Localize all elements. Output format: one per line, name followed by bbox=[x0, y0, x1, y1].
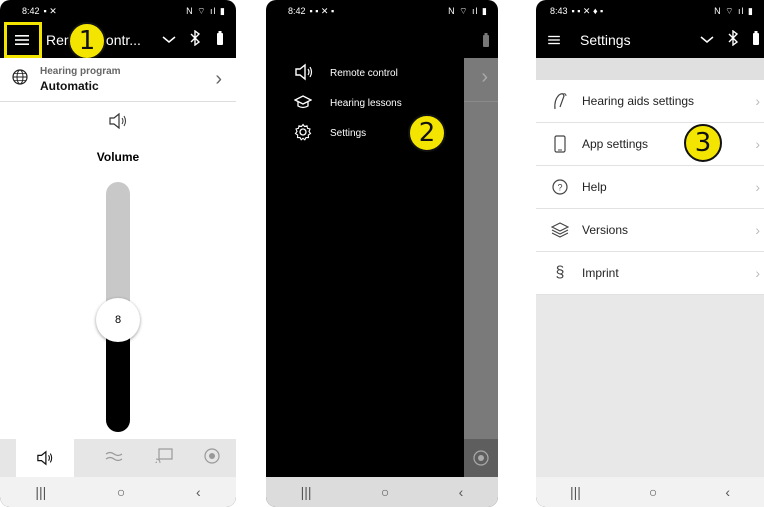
section-icon: § bbox=[555, 264, 565, 281]
phone-settings: 8:43 ▪ ▪ ✕ ♦ ▪ N ⌔ ıl ▮ Settings Hearing… bbox=[536, 0, 764, 507]
status-bar: 8:43 ▪ ▪ ✕ ♦ ▪ N ⌔ ıl ▮ bbox=[536, 0, 764, 22]
status-notification-icons: ▪ ▪ ✕ ▪ bbox=[309, 5, 335, 16]
volume-speaker-icon bbox=[0, 112, 236, 130]
settings-item-versions[interactable]: Versions › bbox=[536, 209, 764, 252]
volume-slider-knob[interactable]: 8 bbox=[96, 297, 140, 342]
speaker-tab-icon bbox=[37, 450, 52, 466]
globe-icon bbox=[12, 69, 28, 90]
status-right-icons: N ⌔ ıl ▮ bbox=[448, 5, 488, 16]
menu-item-remote-control[interactable]: Remote control bbox=[266, 58, 464, 88]
menu-item-label: Hearing lessons bbox=[330, 97, 402, 109]
recent-apps-icon[interactable]: ||| bbox=[570, 484, 581, 500]
page-title: Settings bbox=[580, 32, 631, 48]
volume-label: Volume bbox=[96, 150, 140, 164]
home-icon[interactable]: ○ bbox=[649, 484, 657, 500]
layers-icon bbox=[550, 222, 570, 238]
battery-icon bbox=[752, 30, 760, 50]
tab-noise[interactable] bbox=[105, 449, 123, 467]
chevron-down-icon[interactable] bbox=[162, 31, 176, 49]
settings-item-label: App settings bbox=[582, 137, 649, 151]
volume-value: 8 bbox=[114, 313, 122, 326]
recent-apps-icon[interactable]: ||| bbox=[35, 484, 46, 500]
chevron-right-icon: › bbox=[755, 265, 760, 281]
system-nav-bar: ||| ○ ‹ bbox=[0, 477, 236, 507]
app-bar: Settings bbox=[536, 22, 764, 58]
status-right-icons: N ⌔ ıl ▮ bbox=[186, 5, 226, 16]
highlight-box bbox=[4, 22, 42, 58]
system-nav-bar: ||| ○ ‹ bbox=[536, 477, 764, 507]
step-callout: 3 bbox=[684, 124, 722, 162]
chevron-right-icon: › bbox=[215, 68, 222, 90]
back-icon[interactable]: ‹ bbox=[459, 484, 464, 500]
menu-item-label: Remote control bbox=[330, 67, 398, 79]
settings-item-imprint[interactable]: § Imprint › bbox=[536, 252, 764, 295]
bluetooth-icon[interactable] bbox=[728, 29, 739, 51]
speaker-icon bbox=[294, 63, 316, 84]
wave-icon bbox=[105, 451, 123, 462]
phone-icon bbox=[550, 135, 570, 153]
battery-icon bbox=[464, 22, 498, 58]
status-notification-icons: ▪ ✕ bbox=[43, 5, 57, 16]
settings-item-app[interactable]: App settings › bbox=[536, 123, 764, 166]
help-icon: ? bbox=[550, 179, 570, 195]
svg-text:?: ? bbox=[557, 183, 562, 193]
cast-icon bbox=[155, 447, 173, 463]
settings-list-area: Hearing aids settings › App settings › ?… bbox=[536, 58, 764, 477]
tab-streaming[interactable] bbox=[155, 447, 173, 469]
status-bar: 8:42 ▪ ✕ N ⌔ ıl ▮ bbox=[0, 0, 236, 22]
dimmed-background[interactable]: › bbox=[464, 58, 498, 477]
settings-item-help[interactable]: ? Help › bbox=[536, 166, 764, 209]
battery-icon bbox=[216, 30, 224, 50]
hamburger-menu-icon[interactable] bbox=[540, 26, 568, 54]
record-icon bbox=[204, 447, 220, 464]
step-callout: 1 bbox=[68, 22, 106, 60]
status-bar: 8:42 ▪ ▪ ✕ ▪ N ⌔ ıl ▮ bbox=[266, 0, 498, 22]
home-icon[interactable]: ○ bbox=[117, 484, 125, 500]
hearing-aid-icon bbox=[550, 92, 570, 110]
bottom-tab-bar bbox=[0, 439, 236, 477]
settings-item-label: Imprint bbox=[582, 266, 619, 280]
settings-item-label: Hearing aids settings bbox=[582, 94, 695, 108]
tab-volume[interactable] bbox=[15, 439, 74, 477]
settings-item-label: Help bbox=[582, 180, 607, 194]
chevron-down-icon[interactable] bbox=[700, 31, 714, 49]
status-time: 8:43 bbox=[550, 6, 568, 16]
chevron-right-icon: › bbox=[755, 222, 760, 238]
menu-item-label: Settings bbox=[330, 127, 367, 139]
hearing-program-row[interactable]: Hearing program Automatic › bbox=[0, 58, 236, 102]
chevron-right-icon: › bbox=[755, 93, 760, 109]
chevron-right-icon: › bbox=[755, 179, 760, 195]
settings-item-hearing-aids[interactable]: Hearing aids settings › bbox=[536, 80, 764, 123]
step-callout: 2 bbox=[408, 114, 446, 152]
phone-navigation-drawer: 8:42 ▪ ▪ ✕ ▪ N ⌔ ıl ▮ › Remote control H… bbox=[266, 0, 498, 507]
chevron-right-icon: › bbox=[464, 58, 498, 102]
status-notification-icons: ▪ ▪ ✕ ♦ ▪ bbox=[571, 5, 604, 16]
recent-apps-icon[interactable]: ||| bbox=[301, 484, 312, 500]
settings-item-label: Versions bbox=[582, 223, 629, 237]
menu-item-hearing-lessons[interactable]: Hearing lessons bbox=[266, 88, 464, 118]
list-header-spacer bbox=[536, 58, 764, 80]
status-time: 8:42 bbox=[288, 6, 306, 16]
hearing-program-label: Hearing program bbox=[40, 66, 121, 77]
gear-icon bbox=[294, 123, 316, 144]
chevron-right-icon: › bbox=[755, 136, 760, 152]
system-nav-bar: ||| ○ ‹ bbox=[266, 477, 498, 507]
home-icon[interactable]: ○ bbox=[381, 484, 389, 500]
bluetooth-icon[interactable] bbox=[190, 29, 201, 50]
record-icon bbox=[464, 439, 498, 477]
phone-remote-control: 8:42 ▪ ✕ N ⌔ ıl ▮ Remote contr... 1 Hear… bbox=[0, 0, 236, 507]
remote-control-content: Hearing program Automatic › Volume 8 bbox=[0, 58, 236, 439]
graduation-cap-icon bbox=[293, 94, 316, 112]
back-icon[interactable]: ‹ bbox=[196, 484, 201, 500]
back-icon[interactable]: ‹ bbox=[725, 484, 730, 500]
status-time: 8:42 bbox=[22, 6, 40, 16]
status-right-icons: N ⌔ ıl ▮ bbox=[714, 5, 754, 16]
tab-record[interactable] bbox=[204, 447, 220, 469]
hearing-program-value: Automatic bbox=[40, 79, 99, 93]
